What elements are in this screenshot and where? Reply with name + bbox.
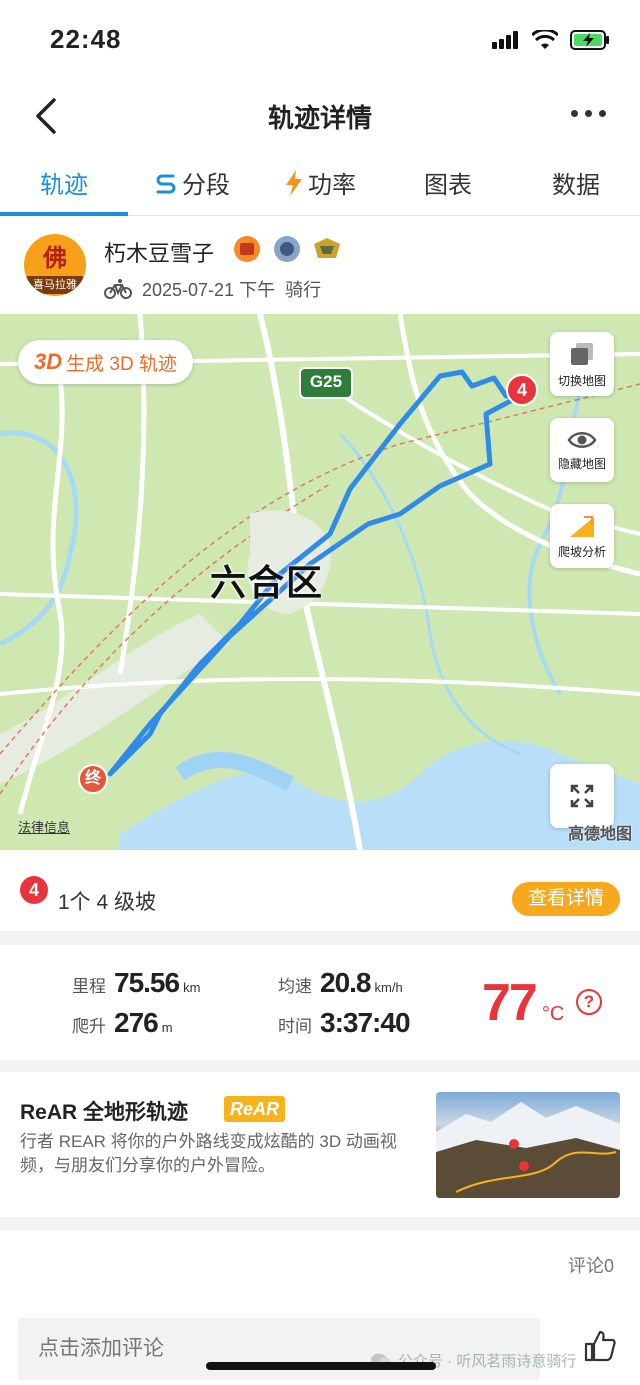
ascent-stat: 爬升 276 m bbox=[72, 1007, 173, 1039]
distance-unit: km bbox=[183, 980, 201, 995]
activity-meta: 2025-07-21 下午 骑行 bbox=[104, 276, 321, 302]
climb-summary-text: 1个 4 级坡 bbox=[58, 891, 157, 914]
thumbs-up-icon[interactable] bbox=[582, 1328, 618, 1364]
route-map[interactable]: G25 3D 生成 3D 轨迹 切换地图 隐藏地图 爬坡分析 4 终 六合区 法… bbox=[0, 314, 640, 850]
fullscreen-button[interactable] bbox=[550, 764, 614, 828]
comments-section: 评论0 bbox=[0, 1230, 640, 1310]
cellular-signal-icon bbox=[492, 31, 518, 49]
distance-stat: 里程 75.56 km bbox=[72, 967, 200, 999]
avatar-character: 佛 bbox=[43, 243, 67, 272]
view-details-button[interactable]: 查看详情 bbox=[511, 882, 620, 916]
avg-speed-unit: km/h bbox=[374, 980, 403, 995]
climb-analysis-button[interactable]: 爬坡分析 bbox=[550, 504, 614, 568]
tab-data[interactable]: 数据 bbox=[512, 150, 640, 215]
climb-level-badge: 4 bbox=[20, 876, 48, 904]
badge-icon[interactable] bbox=[232, 234, 262, 264]
tab-label: 轨迹 bbox=[40, 172, 88, 199]
comment-bar: 点击添加评论 bbox=[0, 1310, 640, 1385]
tab-charts[interactable]: 图表 bbox=[384, 150, 512, 215]
stats-panel: 里程 75.56 km 均速 20.8 km/h 爬升 276 m 时间 3:3… bbox=[0, 945, 640, 1060]
tab-label: 分段 bbox=[182, 172, 230, 199]
activity-type: 骑行 bbox=[285, 280, 322, 300]
page-title: 轨迹详情 bbox=[267, 103, 372, 133]
distance-value: 75.56 bbox=[114, 967, 180, 998]
end-marker-label: 终 bbox=[84, 770, 101, 787]
climb-analysis-label: 爬坡分析 bbox=[557, 544, 606, 559]
home-indicator[interactable] bbox=[206, 1362, 436, 1370]
eye-icon bbox=[567, 431, 597, 448]
lightning-icon bbox=[286, 169, 302, 196]
badge-icon[interactable] bbox=[272, 234, 302, 264]
switch-map-label: 切换地图 bbox=[557, 373, 606, 388]
generate-3d-label: 生成 3D 轨迹 bbox=[66, 353, 177, 375]
district-label: 六合区 bbox=[210, 562, 325, 603]
hide-map-button[interactable]: 隐藏地图 bbox=[550, 418, 614, 482]
temperature-unit: °C bbox=[541, 1003, 565, 1025]
climb-marker[interactable]: 4 bbox=[506, 374, 538, 406]
tab-label: 图表 bbox=[424, 172, 472, 199]
generate-3d-button[interactable]: 3D 生成 3D 轨迹 bbox=[18, 340, 193, 384]
climb-marker-label: 4 bbox=[516, 380, 527, 400]
tab-power[interactable]: 功率 bbox=[256, 150, 384, 215]
hide-map-label: 隐藏地图 bbox=[557, 456, 606, 471]
distance-label: 里程 bbox=[72, 977, 106, 996]
bicycle-icon bbox=[104, 279, 132, 299]
rear-promo-card[interactable]: ReAR 全地形轨迹 ReAR 行者 REAR 将你的户外路线变成炫酷的 3D … bbox=[0, 1072, 640, 1217]
switch-map-button[interactable]: 切换地图 bbox=[550, 332, 614, 396]
expand-icon bbox=[570, 784, 594, 808]
status-bar: 22:48 bbox=[0, 0, 640, 80]
mountain-image bbox=[436, 1102, 620, 1198]
legal-info-link[interactable]: 法律信息 bbox=[18, 817, 70, 836]
rear-description: 行者 REAR 将你的户外路线变成炫酷的 3D 动画视频，与朋友们分享你的户外冒… bbox=[20, 1132, 397, 1175]
segment-icon bbox=[156, 174, 176, 193]
climb-summary: 4 1个 4 级坡 查看详情 bbox=[0, 850, 640, 932]
tab-bar: 轨迹 分段 功率 图表 数据 bbox=[0, 150, 640, 216]
avatar-label: 喜马拉雅 bbox=[25, 276, 85, 294]
ascent-value: 276 bbox=[114, 1007, 159, 1038]
wifi-icon bbox=[532, 30, 558, 49]
rear-logo: ReAR bbox=[224, 1096, 286, 1122]
tab-track[interactable]: 轨迹 bbox=[0, 150, 128, 216]
3d-badge: 3D bbox=[34, 349, 63, 374]
temperature-value: 77 bbox=[482, 974, 538, 1032]
temperature: 77 °C bbox=[482, 973, 564, 1033]
user-name[interactable]: 朽木豆雪子 bbox=[104, 236, 214, 268]
avg-speed-value: 20.8 bbox=[320, 967, 371, 998]
badge-list bbox=[232, 234, 342, 264]
temperature-help-icon[interactable]: ? bbox=[576, 989, 602, 1015]
badge-icon[interactable] bbox=[312, 234, 342, 264]
rear-title: ReAR 全地形轨迹 bbox=[20, 1101, 189, 1124]
avg-speed-label: 均速 bbox=[278, 977, 312, 996]
user-info: 佛 喜马拉雅 朽木豆雪子 2025-07-21 下午 骑行 bbox=[0, 216, 640, 314]
activity-date: 2025-07-21 下午 bbox=[142, 280, 276, 300]
ascent-label: 爬升 bbox=[72, 1017, 106, 1036]
rear-preview-image bbox=[436, 1092, 620, 1198]
time-label: 时间 bbox=[278, 1017, 312, 1036]
status-icons bbox=[492, 30, 610, 50]
tab-segments[interactable]: 分段 bbox=[128, 150, 256, 215]
avg-speed-stat: 均速 20.8 km/h bbox=[278, 967, 403, 999]
more-menu-icon[interactable] bbox=[571, 110, 606, 117]
tab-label: 功率 bbox=[308, 172, 356, 199]
navigation-bar: 轨迹详情 bbox=[0, 80, 640, 150]
layers-icon bbox=[571, 342, 593, 365]
climb-icon bbox=[570, 515, 594, 537]
end-marker[interactable]: 终 bbox=[78, 764, 108, 794]
time-stat: 时间 3:37:40 bbox=[278, 1007, 411, 1039]
time-value: 3:37:40 bbox=[320, 1007, 411, 1038]
avatar[interactable]: 佛 喜马拉雅 bbox=[24, 234, 86, 296]
status-time: 22:48 bbox=[50, 24, 122, 54]
tab-label: 数据 bbox=[552, 172, 600, 199]
comment-count[interactable]: 评论0 bbox=[568, 1252, 614, 1278]
battery-charging-icon bbox=[570, 30, 609, 50]
ascent-unit: m bbox=[161, 1020, 173, 1035]
map-provider-logo: 高德地图 bbox=[567, 826, 632, 843]
highway-shield: G25 bbox=[309, 372, 343, 391]
